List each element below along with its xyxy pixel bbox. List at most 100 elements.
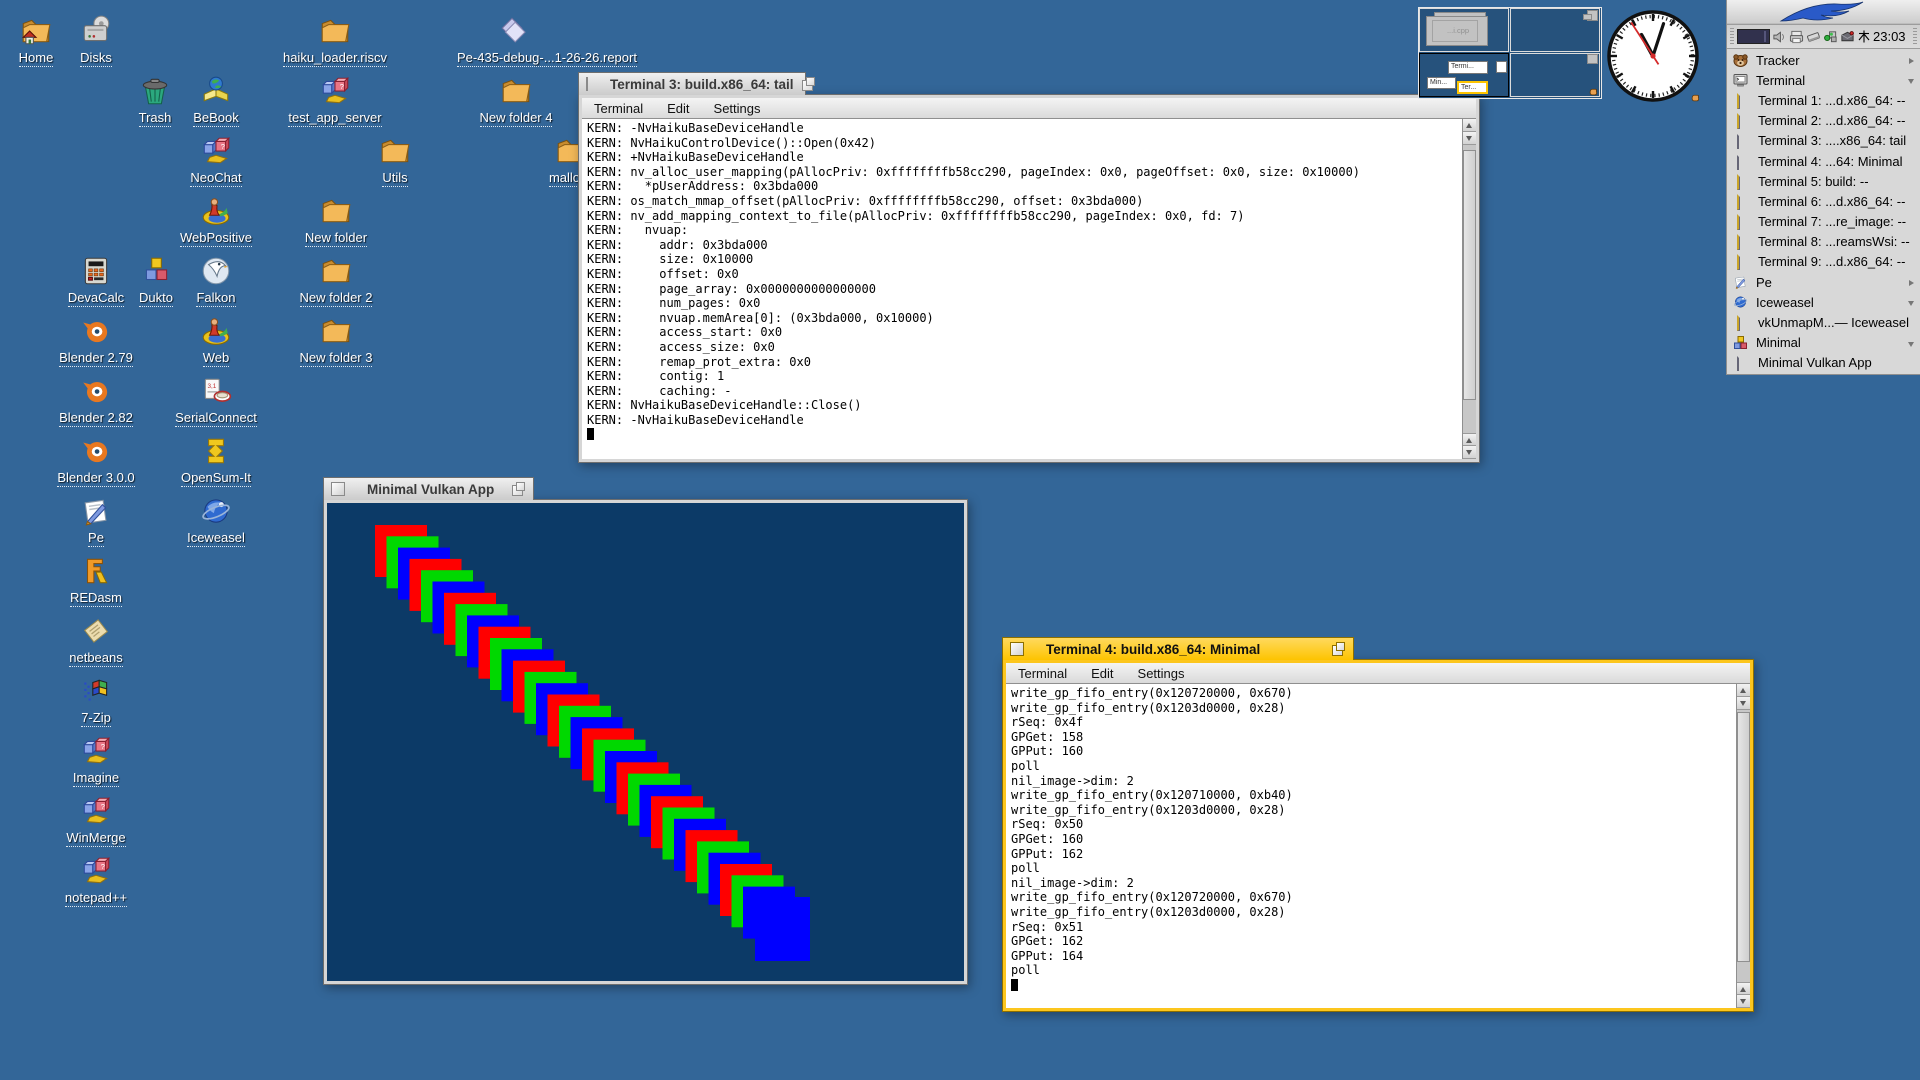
deskbar-window-item[interactable]: Terminal 8: ...reamsWsi: -- [1727,232,1920,252]
scrollbar-thumb[interactable] [1463,150,1476,400]
desktop-icon-webpositive[interactable]: WebPositive [161,194,271,247]
deskbar-window-item[interactable]: Terminal 1: ...d.x86_64: -- [1727,90,1920,110]
deskbar-window-item[interactable]: Terminal 9: ...d.x86_64: -- [1727,252,1920,272]
vulkan-window-tab[interactable]: Minimal Vulkan App [323,477,534,500]
terminal4-output[interactable]: write_gp_fifo_entry(0x120720000, 0x670)w… [1006,684,1750,1008]
printer-icon[interactable] [1789,29,1804,45]
desktop-icon-image [79,614,113,648]
app-icon [1732,294,1749,310]
clock-time[interactable]: 23:03 [1858,29,1906,44]
deskbar-window-item[interactable]: Terminal 7: ...re_image: -- [1727,212,1920,232]
menu-item[interactable]: Edit [655,98,701,118]
desktop-icon-utils[interactable]: Utils [340,134,450,187]
desktop-icon-serialconnect[interactable]: SerialConnect [161,374,271,427]
menu-item[interactable]: Settings [1126,663,1197,683]
terminal-cursor [587,428,594,440]
tray-grip[interactable] [1730,28,1734,45]
deskbar-app-minimal[interactable]: Minimal [1727,333,1920,353]
scroll-down-icon[interactable] [1737,697,1750,710]
desktop-icon-winmerge[interactable]: WinMerge [41,794,151,847]
replicant-hand-icon[interactable] [1589,87,1598,96]
desktop-icon-new-folder-4[interactable]: New folder 4 [461,74,571,127]
terminal3-scrollbar[interactable] [1462,119,1476,459]
terminal3-output[interactable]: KERN: -NvHaikuBaseDeviceHandleKERN: NvHa… [582,119,1476,459]
mail-icon[interactable] [1840,29,1855,45]
vulkan-render-view[interactable] [327,503,964,981]
deskbar-window-item[interactable]: Terminal 4: ...64: Minimal [1727,151,1920,171]
scroll-down-icon[interactable] [1737,995,1750,1008]
deskbar-app-terminal[interactable]: Terminal [1727,70,1920,90]
menu-item[interactable]: Edit [1079,663,1125,683]
scroll-up-icon[interactable] [1737,684,1750,697]
replicant-hand-icon[interactable] [1691,93,1700,102]
desktop[interactable]: { "desktop": { "icons": [ {"label":"Home… [0,0,1920,1080]
desktop-icon-notepad-[interactable]: notepad++ [41,854,151,907]
desktop-icon-blender-3-0-0[interactable]: Blender 3.0.0 [41,434,151,487]
deskbar-window-item[interactable]: Terminal 3: ....x86_64: tail [1727,131,1920,151]
close-button[interactable] [1010,642,1024,656]
close-button[interactable] [331,482,345,496]
zoom-button[interactable] [512,482,526,496]
scroll-up-icon[interactable] [1463,433,1476,446]
tray-grip[interactable] [1913,28,1917,45]
haiku-leaf-logo-icon [1779,1,1865,23]
workspace-2[interactable] [1510,8,1600,52]
desktop-icon-new-folder-2[interactable]: New folder 2 [281,254,391,307]
desktop-icon-imagine[interactable]: Imagine [41,734,151,787]
terminal4-scrollbar[interactable] [1736,684,1750,1008]
scroll-down-icon[interactable] [1463,132,1476,145]
document-icon [1737,193,1740,210]
scroll-up-icon[interactable] [1737,982,1750,995]
desktop-icon-redasm[interactable]: REDasm [41,554,151,607]
deskbar-window-item[interactable]: vkUnmapM...— Iceweasel [1727,312,1920,332]
terminal3-window-tab[interactable]: Terminal 3: build.x86_64: tail [578,72,806,95]
deskbar-app-tracker[interactable]: Tracker [1727,50,1920,70]
process-controller-icon[interactable] [1823,29,1838,45]
deskbar-window-item[interactable]: Terminal 5: build: -- [1727,171,1920,191]
workspace-4[interactable] [1510,53,1600,97]
desktop-icon-bebook[interactable]: BeBook [161,74,271,127]
desktop-icon-blender-2-82[interactable]: Blender 2.82 [41,374,151,427]
scroll-up-icon[interactable] [1463,119,1476,132]
desktop-icon-iceweasel[interactable]: Iceweasel [161,494,271,547]
desktop-icon-opensum-it[interactable]: OpenSum-It [161,434,271,487]
zoom-button[interactable] [1332,642,1346,656]
desktop-icon-web[interactable]: Web [161,314,271,367]
desktop-icon-disks[interactable]: Disks [41,14,151,67]
desktop-icon-netbeans[interactable]: netbeans [41,614,151,667]
desktop-icon-test-app-server[interactable]: test_app_server [280,74,390,127]
desktop-icon-falkon[interactable]: Falkon [161,254,271,307]
desktop-icon-neochat[interactable]: NeoChat [161,134,271,187]
desktop-icon-haiku-loader-riscv[interactable]: haiku_loader.riscv [280,14,390,67]
volume-icon[interactable] [1772,29,1787,45]
desktop-icon-image [79,854,113,888]
deskbar-window-item[interactable]: Terminal 6: ...d.x86_64: -- [1727,191,1920,211]
desktop-icon-image [79,434,113,468]
keymap-icon[interactable] [1806,29,1821,45]
workspace-preview-icon[interactable] [1737,29,1770,44]
workspace-1[interactable]: ...i.cpp [1419,8,1509,52]
desktop-icon-7-zip[interactable]: 7-Zip [41,674,151,727]
desktop-icon-label: haiku_loader.riscv [283,50,387,67]
deskbar-window-item[interactable]: Minimal Vulkan App [1727,353,1920,373]
deskbar-window-item[interactable]: Terminal 2: ...d.x86_64: -- [1727,111,1920,131]
menu-item[interactable]: Terminal [1006,663,1079,683]
menu-item[interactable]: Settings [702,98,773,118]
close-button[interactable] [586,77,588,91]
menu-item[interactable]: Terminal [582,98,655,118]
deskbar-app-iceweasel[interactable]: Iceweasel [1727,292,1920,312]
desktop-icon-new-folder-3[interactable]: New folder 3 [281,314,391,367]
desktop-icon-label: New folder 3 [300,350,373,367]
desktop-icon-blender-2-79[interactable]: Blender 2.79 [41,314,151,367]
desktop-icon-label: Blender 2.82 [59,410,133,427]
deskbar-menu-button[interactable] [1727,0,1920,24]
desktop-icon-pe[interactable]: Pe [41,494,151,547]
mini-window [1496,61,1507,73]
deskbar-app-pe[interactable]: Pe [1727,272,1920,292]
scrollbar-thumb[interactable] [1737,712,1750,962]
desktop-icon-new-folder[interactable]: New folder [281,194,391,247]
scroll-down-icon[interactable] [1463,446,1476,459]
workspace-3-active[interactable]: Termi... Min... Ter... [1419,53,1509,97]
desktop-icon-pe-435-debug-1-26-26-report[interactable]: Pe-435-debug-...1-26-26.report [457,14,567,67]
terminal4-window-tab[interactable]: Terminal 4: build.x86_64: Minimal [1002,637,1354,660]
